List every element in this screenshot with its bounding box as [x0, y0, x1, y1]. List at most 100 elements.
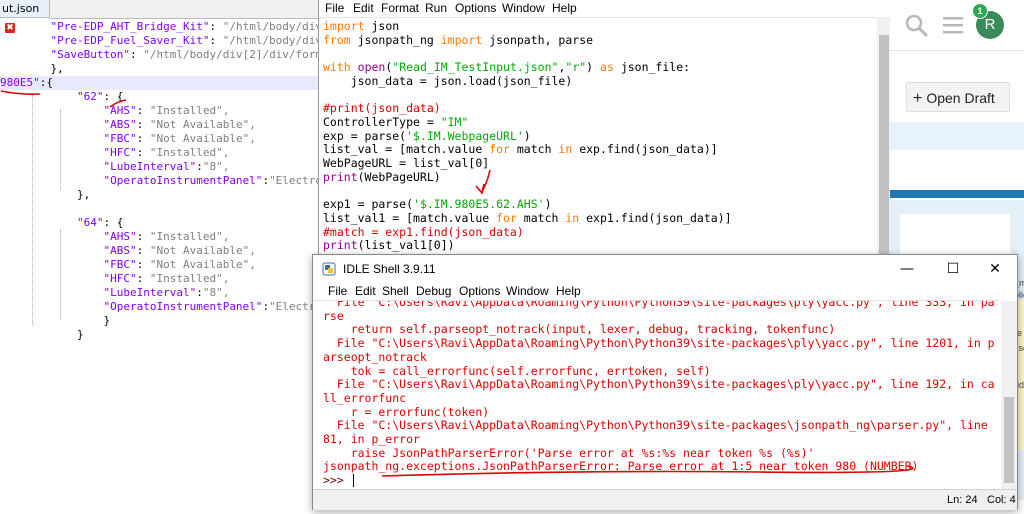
shell-output-line: File "C:\Users\Ravi\AppData\Roaming\Pyth… — [323, 377, 995, 392]
editor-scrollbar[interactable] — [877, 17, 891, 262]
shell-output-line: File "C:\Users\Ravi\AppData\Roaming\Pyth… — [323, 300, 995, 309]
close-icon[interactable]: ✕ — [973, 255, 1017, 283]
json-key: "ABS" — [103, 244, 137, 257]
code-token: (list_val1[0]) — [357, 238, 455, 253]
json-punct: : — [136, 272, 150, 285]
shell-titlebar[interactable]: IDLE Shell 3.9.11 — ☐ ✕ — [313, 255, 1017, 283]
json-key: "HFC" — [103, 272, 137, 285]
json-value: "Not Available", — [149, 132, 256, 145]
close-tab-icon[interactable]: ✖ — [5, 23, 15, 33]
json-punct: : — [136, 258, 150, 271]
json-punct: : — [136, 146, 150, 159]
code-line: with open("Read_IM_TestInput.json","r") … — [323, 60, 690, 74]
menu-window[interactable]: Window — [502, 0, 545, 17]
json-line: "HFC": "Installed", — [24, 272, 229, 286]
json-line: "SaveButton": "/html/body/div[2]/div/for… — [24, 48, 321, 62]
open-draft-button[interactable]: + Open Draft — [906, 82, 1010, 112]
json-value: "8", — [202, 286, 230, 299]
python-idle-icon — [322, 262, 336, 276]
notification-badge[interactable]: 1 — [972, 3, 988, 19]
json-punct: : — [196, 286, 203, 299]
json-line: "OperatoInstrumentPanel":"Electroni — [24, 300, 320, 314]
json-value: "/html/body/div[2] — [222, 34, 320, 47]
code-line: print(list_val1[0]) — [323, 238, 455, 252]
menu-format[interactable]: Format — [381, 0, 419, 17]
json-file-tab[interactable]: ut.json ✖ — [0, 0, 50, 33]
json-punct: : — [136, 230, 150, 243]
json-key: 980E5" — [0, 76, 40, 89]
menu-file[interactable]: File — [325, 0, 344, 17]
shell-output-line: File "C:\Users\Ravi\AppData\Roaming\Pyth… — [323, 336, 995, 351]
shell-prompt[interactable]: >>> — [323, 473, 351, 487]
shell-output-line: rse — [323, 308, 344, 323]
open-draft-label: Open Draft — [926, 90, 995, 106]
json-punct: : — [136, 118, 150, 131]
column-number: Col: 4 — [987, 494, 1016, 506]
code-token: in — [558, 142, 573, 157]
code-line: exp = parse('$.IM.WebpageURL') — [323, 129, 531, 143]
shell-menu-options[interactable]: Options — [459, 283, 500, 300]
shell-menubar: File Edit Shell Debug Options Window Help — [313, 283, 1017, 300]
shell-output-line: r = errorfunc(token) — [323, 404, 490, 419]
python-editor-window[interactable]: File Edit Format Run Options Window Help impor… — [318, 0, 892, 262]
code-line: list_val = [match.value for match in exp… — [323, 142, 718, 156]
code-line: exp1 = parse('$.IM.980E5.62.AHS') — [323, 197, 552, 211]
json-line: "AHS": "Installed", — [24, 230, 229, 244]
json-line: "LubeInterval":"8", — [24, 286, 229, 300]
code-token: for — [489, 142, 510, 157]
json-key: "ABS" — [103, 118, 137, 131]
json-line: "LubeInterval":"8", — [24, 160, 229, 174]
shell-output-line: ll_errorfunc — [323, 390, 407, 405]
code-token: jsonpath_ng — [350, 32, 441, 47]
minimize-icon[interactable]: — — [885, 255, 929, 283]
json-value: "8", — [202, 160, 230, 173]
search-icon[interactable] — [904, 13, 928, 37]
code-token: as — [600, 60, 614, 75]
shell-output-line: File "C:\Users\Ravi\AppData\Roaming\Pyth… — [323, 418, 988, 433]
json-punct: :{ — [39, 76, 53, 89]
code-token: list_val = [match.value — [323, 142, 490, 157]
code-token: '$.IM.WebpageURL' — [406, 128, 524, 143]
menu-help[interactable]: Help — [552, 0, 577, 17]
shell-menu-file[interactable]: File — [328, 283, 347, 300]
accent-bar — [890, 190, 1024, 198]
plus-icon: + — [913, 90, 923, 107]
hamburger-menu-icon[interactable] — [942, 14, 964, 36]
code-line: WebPageURL = list_val[0] — [323, 156, 489, 170]
shell-scrollbar[interactable] — [1001, 301, 1017, 489]
idle-shell-window[interactable]: IDLE Shell 3.9.11 — ☐ ✕ File Edit Shell Deb… — [312, 254, 1018, 510]
menu-options[interactable]: Options — [455, 0, 496, 17]
editor-scroll-thumb[interactable] — [879, 35, 889, 255]
json-line: } — [24, 328, 84, 342]
menu-edit[interactable]: Edit — [353, 0, 374, 17]
info-banner — [890, 122, 1024, 150]
shell-menu-edit[interactable]: Edit — [355, 283, 376, 300]
json-line: "ABS": "Not Available", — [24, 244, 256, 258]
shell-menu-shell[interactable]: Shell — [382, 283, 409, 300]
code-line: ControllerType = "IM" — [323, 115, 468, 129]
json-value: "Not Available", — [149, 258, 256, 271]
maximize-icon[interactable]: ☐ — [931, 255, 975, 283]
json-value: "Not Available", — [149, 244, 256, 257]
json-editor-pane[interactable]: ut.json ✖ "Pre-EDP_AHT_Bridge_Kit": "/htm… — [0, 0, 320, 514]
code-token: list_val1 = [match.value — [323, 210, 497, 225]
menu-run[interactable]: Run — [425, 0, 447, 17]
json-punct: : — [209, 20, 223, 33]
code-token: exp1.find(json_data)] — [579, 210, 732, 225]
divider — [890, 50, 1024, 51]
shell-menu-debug[interactable]: Debug — [416, 283, 451, 300]
code-token: in — [565, 210, 580, 225]
json-key: "SaveButton" — [50, 48, 130, 61]
shell-scroll-thumb[interactable] — [1004, 397, 1014, 483]
shell-menu-help[interactable]: Help — [556, 283, 581, 300]
json-punct: : — [136, 132, 150, 145]
shell-menu-window[interactable]: Window — [506, 283, 549, 300]
shell-output[interactable]: File "C:\Users\Ravi\AppData\Roaming\Pyth… — [313, 300, 999, 491]
